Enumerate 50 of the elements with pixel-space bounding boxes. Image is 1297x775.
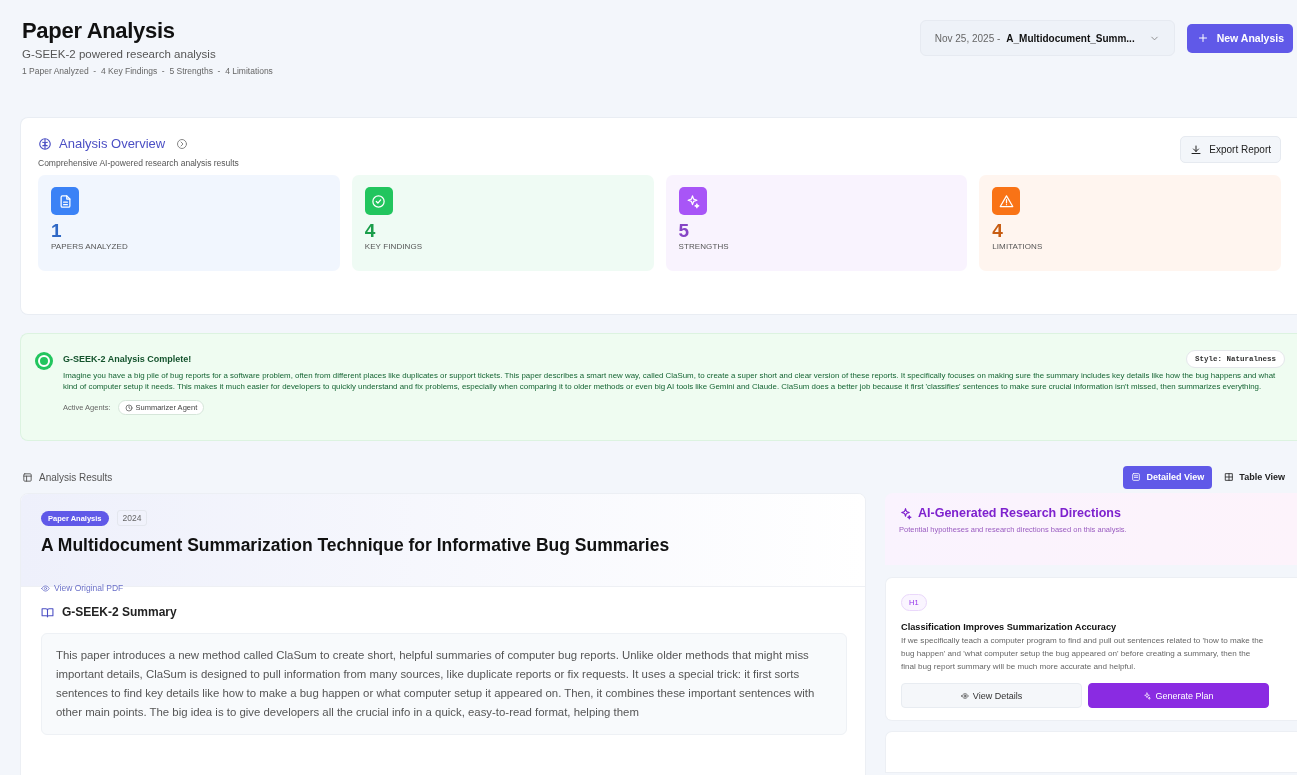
eye-icon [960,691,969,700]
brain-icon [38,136,52,151]
export-report-button[interactable]: Export Report [1180,136,1281,163]
sparkle-icon [899,506,912,520]
view-tab[interactable]: Detailed View [1123,465,1213,489]
summary-stats: 1 Paper Analyzed - 4 Key Findings - 5 Strengths - 4 Limitations [22,66,273,76]
stat-value: 4 [364,220,377,242]
status-icon [35,352,53,370]
stat-label: PAPERS ANALYZED [51,242,129,251]
view-details-button[interactable]: View Details [901,683,1082,708]
eye-icon [41,583,50,593]
analysis-selector[interactable]: Nov 25, 2025 - A_Multidocument_Summ... [919,20,1175,56]
book-icon [41,605,54,619]
page-title: Paper Analysis [22,18,176,44]
page-subtitle: G-SEEK-2 powered research analysis [22,48,217,60]
hypothesis-text: If we specifically teach a computer program to find and pull out sentences related to 'how to make the bug happen' and 'what computer setup the bug appeared on' before creating a summary, then the final bug report summary will be much more accurate and helpful. [901,635,1265,673]
view-tab[interactable]: Table View [1216,465,1293,489]
section-title: Analysis Overview [59,136,166,151]
selector-file: A_Multidocument_Summ... [1006,32,1135,44]
results-title: Analysis Results [39,471,113,483]
sparkle-icon [1143,691,1152,700]
warning-icon [998,193,1014,209]
stat-label: STRENGTHS [678,242,730,251]
section-subtitle: Comprehensive AI-powered research analysis results [38,158,239,168]
grid-icon [1224,472,1235,482]
directions-title: AI-Generated Research Directions [918,506,1121,520]
summary-title: G-SEEK-2 Summary [62,605,177,619]
list-icon [1131,472,1142,482]
banner-title: G-SEEK-2 Analysis Complete! [63,354,192,364]
new-analysis-button[interactable]: New Analysis [1186,23,1293,53]
stat-value: 1 [51,220,63,242]
download-icon [1190,143,1203,156]
hypothesis-title: Classification Improves Summarization Accuracy [901,622,1118,632]
view-pdf-link[interactable]: View Original PDF [41,583,124,593]
check-circle-icon [371,193,387,209]
generate-plan-button[interactable]: Generate Plan [1088,683,1269,708]
info-circle-icon [176,137,189,150]
document-icon [57,193,73,209]
stat-label: LIMITATIONS [992,242,1044,251]
selector-date: Nov 25, 2025 - [934,32,1001,44]
stat-value: 5 [678,220,691,242]
sparkle-icon [685,193,700,209]
stat-value: 4 [992,220,1004,242]
summary-text: This paper introduces a new method called ClaSum to create short, helpful summaries of computer bug reports. Unlike older methods that might miss important details, ClaSum is designed to pull information from many sources, like duplicate reports or fix requests. It uses a special trick: it first sorts sentences to find key details like how to make a bug happen or what computer setup it appeared on. Then, it combines these important sentences with other main points. The big idea is to give developers all the crucial info in a quick, easy-to-read format, helping them [41,633,847,735]
table-icon [22,471,33,483]
year-badge: 2024 [116,510,148,526]
plus-icon [1196,32,1209,44]
paper-title: A Multidocument Summarization Technique for Informative Bug Summaries [41,535,671,556]
clock-icon [124,403,133,412]
stat-label: KEY FINDINGS [364,242,424,251]
